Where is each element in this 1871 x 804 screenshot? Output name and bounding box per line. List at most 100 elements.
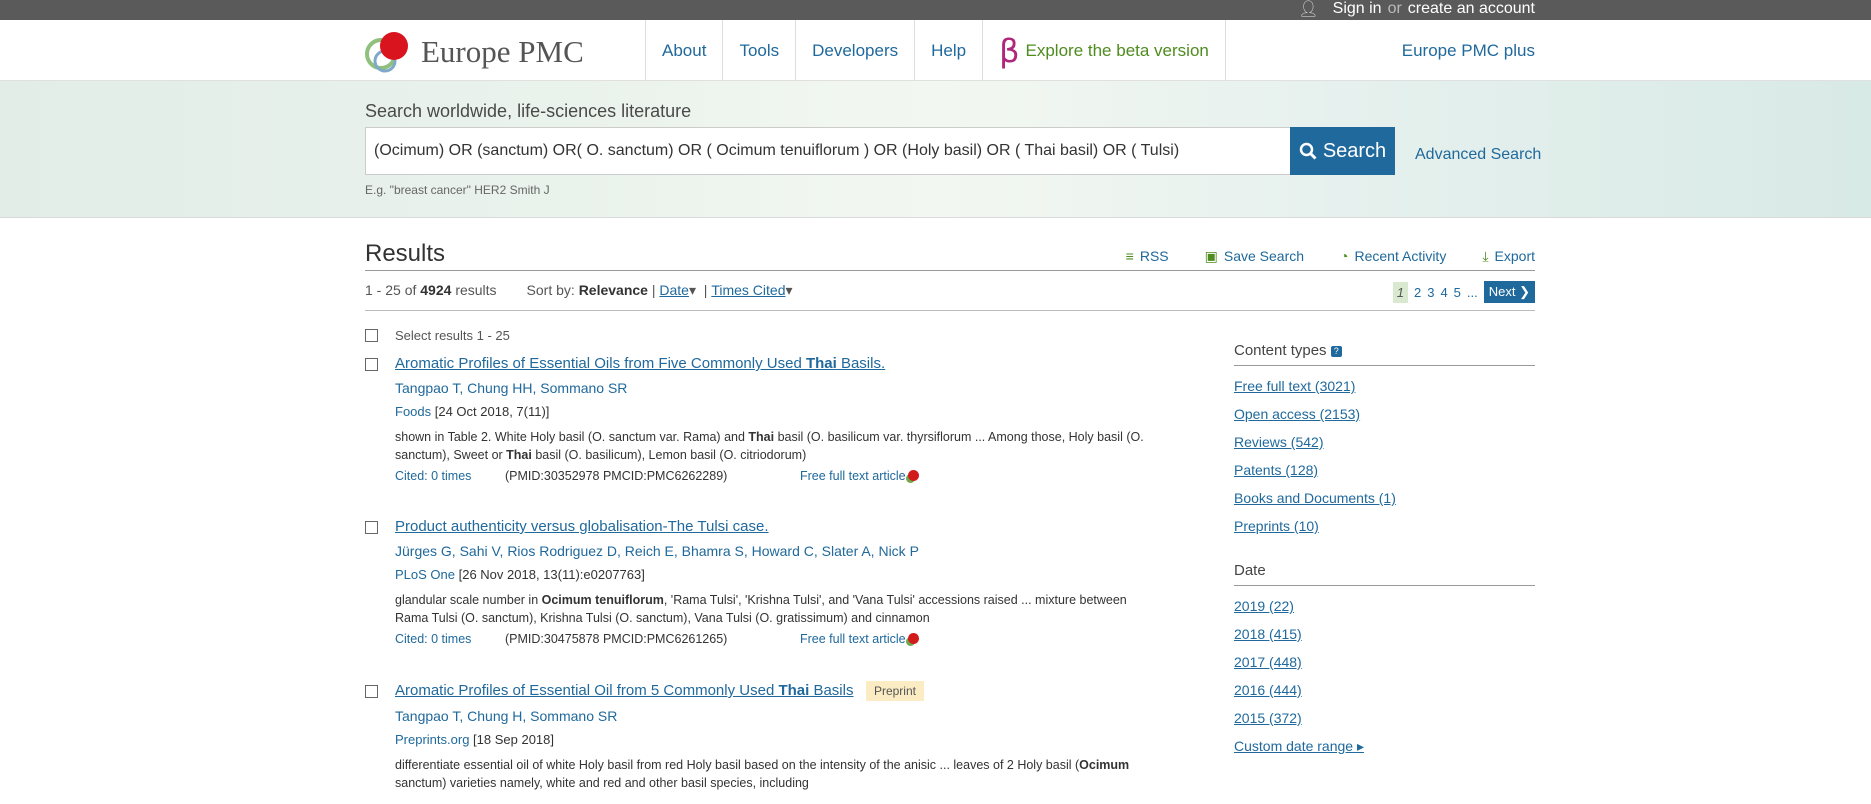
result-authors[interactable]: Jürges G, Sahi V, Rios Rodriguez D, Reic…: [395, 543, 1155, 559]
help-icon[interactable]: ?: [1330, 346, 1342, 357]
pmc-logo-icon: [907, 470, 919, 481]
filter-2018[interactable]: 2018 (415): [1234, 626, 1535, 654]
result-snippet: shown in Table 2. White Holy basil (O. s…: [395, 430, 1144, 462]
nav-beta[interactable]: β Explore the beta version: [983, 20, 1226, 81]
nav-help[interactable]: Help: [915, 20, 984, 81]
result-ids: (PMID:30475878 PMCID:PMC6261265): [505, 632, 728, 646]
date-list: 2019 (22) 2018 (415) 2017 (448) 2016 (44…: [1234, 598, 1535, 766]
result-footer: Cited: 0 times (PMID:30475878 PMCID:PMC6…: [395, 632, 1155, 646]
preprint-badge: Preprint: [865, 681, 924, 701]
results-tools: ≡ RSS ▣ Save Search ◔ Recent Activity ⤓ Expo…: [1126, 248, 1535, 265]
page-4[interactable]: 4: [1440, 285, 1447, 300]
free-full-text-link[interactable]: Free full text article: [800, 632, 919, 646]
save-icon: ▣: [1204, 248, 1218, 264]
result-source: Foods [24 Oct 2018, 7(11)]: [395, 404, 550, 419]
result-checkbox[interactable]: [365, 685, 378, 698]
result-item: Aromatic Profiles of Essential Oils from…: [365, 355, 1155, 483]
page-ellipsis: ...: [1466, 284, 1478, 300]
filter-free-full-text[interactable]: Free full text (3021): [1234, 378, 1535, 406]
content-types-heading: Content types ?: [1234, 342, 1535, 366]
sort-label: Sort by:: [526, 282, 575, 298]
result-footer: Cited: 0 times (PMID:30352978 PMCID:PMC6…: [395, 469, 1155, 483]
result-title[interactable]: Product authenticity versus globalisatio…: [395, 518, 769, 535]
date-heading: Date: [1234, 562, 1535, 586]
page-2[interactable]: 2: [1414, 285, 1421, 300]
clock-icon: ◔: [1340, 248, 1349, 264]
nav-about[interactable]: About: [646, 20, 724, 81]
filter-patents[interactable]: Patents (128): [1234, 462, 1535, 490]
sign-in-link[interactable]: Sign in: [1333, 0, 1382, 18]
divider: [365, 270, 1535, 271]
beta-icon: β: [999, 31, 1020, 70]
custom-date-range-link[interactable]: Custom date range ▸: [1234, 738, 1535, 766]
filter-reviews[interactable]: Reviews (542): [1234, 434, 1535, 462]
save-search-link[interactable]: ▣ Save Search: [1205, 248, 1304, 265]
select-all: Select results 1 - 25: [365, 328, 510, 343]
nav-developers[interactable]: Developers: [796, 20, 916, 81]
free-full-text-link[interactable]: Free full text article: [800, 469, 919, 483]
select-all-checkbox[interactable]: [365, 329, 378, 342]
main-nav: About Tools Developers Help β Explore th…: [645, 20, 1226, 81]
divider: [365, 310, 1535, 311]
result-title-row: Aromatic Profiles of Essential Oil from …: [395, 681, 924, 701]
result-ids: (PMID:30352978 PMCID:PMC6262289): [505, 469, 728, 483]
filter-books-documents[interactable]: Books and Documents (1): [1234, 490, 1535, 518]
page-3[interactable]: 3: [1427, 285, 1434, 300]
result-checkbox[interactable]: [365, 521, 378, 534]
search-button[interactable]: Search: [1290, 127, 1395, 175]
result-journal[interactable]: Preprints.org: [395, 732, 469, 747]
result-checkbox[interactable]: [365, 358, 378, 371]
brand-name: Europe PMC: [421, 34, 584, 69]
filter-2016[interactable]: 2016 (444): [1234, 682, 1535, 710]
result-title[interactable]: Aromatic Profiles of Essential Oils from…: [395, 355, 885, 372]
next-page-button[interactable]: Next ❯: [1483, 281, 1535, 303]
create-account-link[interactable]: create an account: [1408, 0, 1535, 18]
beta-label: Explore the beta version: [1025, 40, 1209, 60]
search-icon: [1299, 142, 1317, 160]
export-link[interactable]: ⤓ Export: [1482, 248, 1535, 265]
or-text: or: [1387, 0, 1402, 17]
search-panel: Search worldwide, life-sciences literatu…: [0, 81, 1871, 218]
result-journal[interactable]: Foods: [395, 404, 431, 419]
filter-2019[interactable]: 2019 (22): [1234, 598, 1535, 626]
pmc-logo-icon: [907, 633, 919, 644]
result-snippet: glandular scale number in Ocimum tenuifl…: [395, 593, 1127, 625]
result-authors[interactable]: Tangpao T, Chung H, Sommano SR: [395, 708, 1155, 724]
download-icon: ⤓: [1482, 248, 1489, 264]
result-cited[interactable]: Cited: 0 times: [395, 469, 505, 483]
result-cited[interactable]: Cited: 0 times: [395, 632, 505, 646]
sort-current: Relevance: [578, 282, 648, 298]
result-item: Aromatic Profiles of Essential Oil from …: [365, 681, 1155, 792]
results-total: 4924: [420, 282, 452, 298]
site-header: Europe PMC About Tools Developers Help β…: [0, 20, 1871, 81]
filter-open-access[interactable]: Open access (2153): [1234, 406, 1535, 434]
results-meta: 1 - 25 of 4924 results Sort by: Relevanc…: [365, 282, 793, 299]
top-bar: 👤︎ Sign in or create an account: [0, 0, 1871, 20]
sort-times-cited[interactable]: Times Cited: [711, 282, 785, 299]
logo[interactable]: Europe PMC: [365, 28, 584, 76]
search-input[interactable]: (Ocimum) OR (sanctum) OR( O. sanctum) OR…: [365, 127, 1291, 175]
page-5[interactable]: 5: [1454, 285, 1461, 300]
nav-tools[interactable]: Tools: [723, 20, 797, 81]
result-title[interactable]: Aromatic Profiles of Essential Oil from …: [395, 682, 853, 699]
europe-pmc-plus-link[interactable]: Europe PMC plus: [1402, 41, 1535, 61]
search-label: Search worldwide, life-sciences literatu…: [365, 101, 692, 121]
result-snippet: differentiate essential oil of white Hol…: [395, 758, 1130, 790]
pagination: 1 2 3 4 5 ... Next ❯: [1392, 281, 1535, 303]
filter-2015[interactable]: 2015 (372): [1234, 710, 1535, 738]
result-journal[interactable]: PLoS One: [395, 567, 455, 582]
select-all-label: Select results 1 - 25: [395, 328, 510, 343]
results-range: 1 - 25 of: [365, 282, 417, 298]
result-authors[interactable]: Tangpao T, Chung HH, Sommano SR: [395, 380, 1155, 396]
rss-icon: ≡: [1125, 248, 1134, 264]
advanced-search-link[interactable]: Advanced Search: [1415, 146, 1541, 164]
search-example: E.g. "breast cancer" HER2 Smith J: [365, 183, 550, 197]
sort-date[interactable]: Date: [659, 282, 689, 299]
filter-preprints[interactable]: Preprints (10): [1234, 518, 1535, 546]
filter-2017[interactable]: 2017 (448): [1234, 654, 1535, 682]
search-button-label: Search: [1322, 139, 1387, 162]
page-1[interactable]: 1: [1392, 281, 1408, 303]
recent-activity-link[interactable]: ◔ Recent Activity: [1340, 248, 1446, 265]
rss-link[interactable]: ≡ RSS: [1126, 248, 1169, 265]
user-icon: 👤︎: [1298, 1, 1319, 18]
